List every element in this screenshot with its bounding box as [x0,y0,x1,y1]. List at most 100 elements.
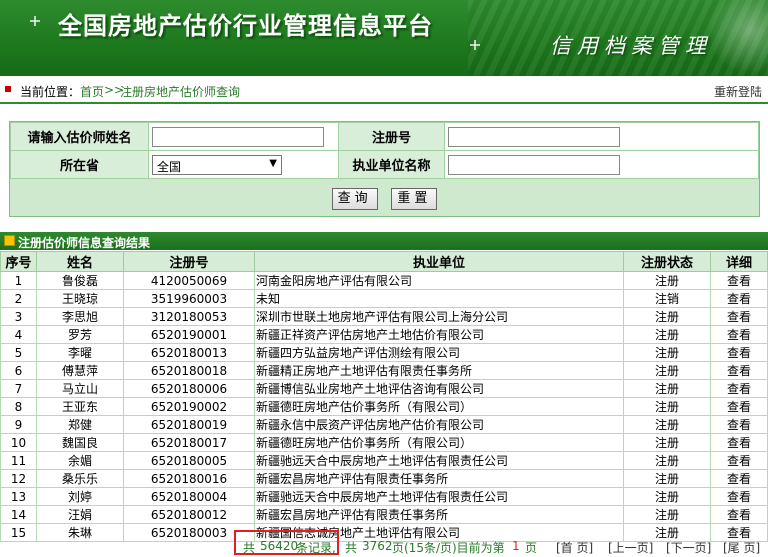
pages-suffix: 页(15条/页)目前为第 [392,541,505,555]
table-row: 6 傅慧萍 6520180018 新疆精正房地产土地评估有限责任事务所 注册 查看 [0,361,768,380]
col-header-reg: 注册号 [123,251,255,272]
row-view-link[interactable]: 查看 [710,361,768,380]
table-row: 14 汪娟 6520180012 新疆宏昌房地产评估有限责任事务所 注册 查看 [0,505,768,524]
row-view-link[interactable]: 查看 [710,271,768,290]
sparkle-icon [30,16,40,26]
total-count: 56420 [260,539,299,553]
site-subtitle: 信用档案管理 [550,34,712,58]
table-header-row: 序号 姓名 注册号 执业单位 注册状态 详细 [0,251,768,272]
row-index: 7 [0,379,37,398]
row-status: 注册 [623,469,711,488]
row-view-link[interactable]: 查看 [710,451,768,470]
row-view-link[interactable]: 查看 [710,397,768,416]
reg-number-input[interactable] [448,126,620,147]
row-name: 鲁俊磊 [36,271,124,290]
unit-name-input[interactable] [448,154,620,175]
row-reg-number: 6520180006 [123,379,255,398]
breadcrumb-home-link[interactable]: 首页 [80,83,104,100]
row-reg-number: 6520180019 [123,415,255,434]
pages-count: 3762 [362,539,393,553]
row-index: 13 [0,487,37,506]
row-unit: 未知 [254,289,624,308]
row-unit: 新疆德旺房地产估价事务所（有限公司） [254,397,624,416]
folder-icon [4,235,15,246]
bullet-icon [5,86,11,92]
row-name: 李思旭 [36,307,124,326]
row-status: 注册 [623,451,711,470]
row-unit: 新疆永信中辰资产评估房地产估价有限公司 [254,415,624,434]
row-reg-number: 6520180013 [123,343,255,362]
row-view-link[interactable]: 查看 [710,343,768,362]
relogin-link[interactable]: 重新登陆 [714,83,762,100]
row-name: 郑健 [36,415,124,434]
row-reg-number: 6520190002 [123,397,255,416]
row-index: 6 [0,361,37,380]
province-label: 所在省 [10,150,149,179]
header-banner: 全国房地产估价行业管理信息平台 信用档案管理 [0,0,768,76]
row-index: 4 [0,325,37,344]
col-header-index: 序号 [0,251,37,272]
row-status: 注册 [623,505,711,524]
row-status: 注册 [623,433,711,452]
row-reg-number: 6520180017 [123,433,255,452]
row-reg-number: 4120050069 [123,271,255,290]
row-unit: 新疆精正房地产土地评估有限责任事务所 [254,361,624,380]
row-unit: 新疆博信弘业房地产土地评估咨询有限公司 [254,379,624,398]
sparkle-icon [470,40,480,50]
row-index: 8 [0,397,37,416]
row-name: 傅慧萍 [36,361,124,380]
row-reg-number: 6520180016 [123,469,255,488]
row-status: 注册 [623,307,711,326]
breadcrumb: 当前位置： 首页 >> 注册房地产估价师查询 重新登陆 [0,80,768,102]
prev-page-link[interactable]: [上一页] [608,539,653,556]
row-unit: 新疆德旺房地产估价事务所（有限公司） [254,433,624,452]
pages-prefix: 共 [345,541,358,555]
row-index: 9 [0,415,37,434]
last-page-link[interactable]: [尾 页] [723,539,760,556]
row-view-link[interactable]: 查看 [710,505,768,524]
col-header-status: 注册状态 [623,251,711,272]
results-table: 序号 姓名 注册号 执业单位 注册状态 详细 1 鲁俊磊 4120050069 河南金… [0,251,768,542]
row-view-link[interactable]: 查看 [710,289,768,308]
province-select[interactable]: 全国 ▼ [152,154,282,175]
table-row: 3 李思旭 3120180053 深圳市世联土地房地产评估有限公司上海分公司 注册 查看 [0,307,768,326]
table-row: 10 魏国良 6520180017 新疆德旺房地产估价事务所（有限公司） 注册 查看 [0,433,768,452]
row-unit: 新疆驰远天合中辰房地产土地评估有限责任公司 [254,487,624,506]
dropdown-arrow-icon: ▼ [269,157,277,169]
table-row: 12 桑乐乐 6520180016 新疆宏昌房地产评估有限责任事务所 注册 查看 [0,469,768,488]
row-name: 刘婷 [36,487,124,506]
reset-button[interactable]: 重置 [391,188,438,210]
row-index: 10 [0,433,37,452]
col-header-unit: 执业单位 [254,251,624,272]
row-view-link[interactable]: 查看 [710,487,768,506]
row-index: 3 [0,307,37,326]
row-status: 注册 [623,343,711,362]
col-header-detail: 详细 [710,251,768,272]
row-view-link[interactable]: 查看 [710,379,768,398]
row-reg-number: 6520190001 [123,325,255,344]
row-status: 注册 [623,271,711,290]
row-view-link[interactable]: 查看 [710,433,768,452]
row-name: 罗芳 [36,325,124,344]
pagination: 共 56420 条记录, 共 3762 页(15条/页)目前为第 1 页 [首 … [0,530,768,556]
total-suffix: 条记录, [296,541,336,555]
row-status: 注册 [623,379,711,398]
row-name: 桑乐乐 [36,469,124,488]
row-name: 王晓琼 [36,289,124,308]
row-name: 余媚 [36,451,124,470]
row-reg-number: 6520180004 [123,487,255,506]
reg-label: 注册号 [338,122,445,151]
row-view-link[interactable]: 查看 [710,325,768,344]
row-status: 注册 [623,361,711,380]
name-input[interactable] [152,126,324,147]
table-row: 1 鲁俊磊 4120050069 河南金阳房地产评估有限公司 注册 查看 [0,271,768,290]
row-view-link[interactable]: 查看 [710,307,768,326]
row-view-link[interactable]: 查看 [710,415,768,434]
first-page-link[interactable]: [首 页] [556,539,593,556]
query-button[interactable]: 查询 [331,188,378,210]
row-view-link[interactable]: 查看 [710,469,768,488]
breadcrumb-current: 注册房地产估价师查询 [120,85,241,99]
row-unit: 河南金阳房地产评估有限公司 [254,271,624,290]
row-unit: 新疆正祥资产评估房地产土地估价有限公司 [254,325,624,344]
next-page-link[interactable]: [下一页] [666,539,711,556]
